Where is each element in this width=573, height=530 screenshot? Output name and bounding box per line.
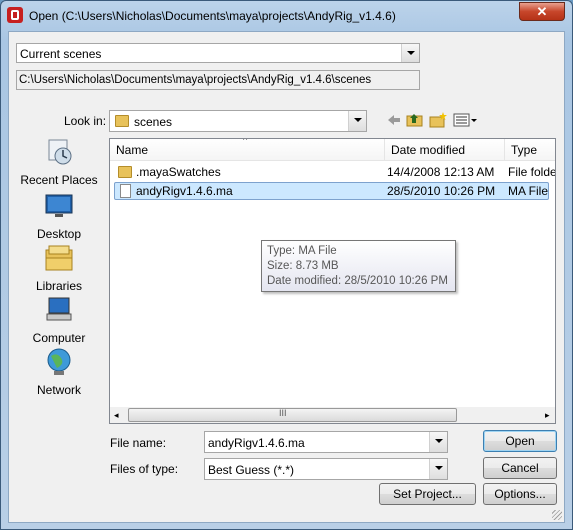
chevron-down-icon[interactable] bbox=[401, 44, 419, 62]
scrollbar-thumb[interactable]: III bbox=[128, 408, 457, 422]
files-of-type-dropdown[interactable]: Best Guess (*.*) bbox=[204, 458, 448, 480]
tooltip-size: Size: 8.73 MB bbox=[267, 260, 339, 272]
tooltip-type: Type: MA File bbox=[267, 245, 337, 257]
sort-indicator-icon: ^ bbox=[243, 138, 248, 145]
network-icon bbox=[47, 348, 71, 375]
folder-icon bbox=[118, 166, 132, 178]
look-in-dropdown[interactable]: scenes bbox=[109, 110, 367, 132]
file-row-mayaswatches[interactable]: .mayaSwatches 14/4/2008 12:13 AM File fo… bbox=[110, 163, 556, 181]
file-name-cell: .mayaSwatches bbox=[136, 165, 221, 179]
back-arrow-icon[interactable] bbox=[386, 112, 402, 128]
file-row-andyrig[interactable]: andyRigv1.4.6.ma 28/5/2010 10:26 PM MA F… bbox=[110, 182, 555, 200]
file-name-value[interactable]: andyRigv1.4.6.ma bbox=[208, 436, 305, 450]
file-type-cell: File folder bbox=[508, 165, 556, 179]
desktop-icon bbox=[45, 194, 73, 217]
place-label: Libraries bbox=[35, 279, 83, 293]
files-of-type-value: Best Guess (*.*) bbox=[208, 463, 295, 477]
current-path-field: C:\Users\Nicholas\Documents\maya\project… bbox=[16, 70, 420, 90]
file-date-cell: 14/4/2008 12:13 AM bbox=[387, 165, 495, 179]
file-name-cell: andyRigv1.4.6.ma bbox=[136, 184, 233, 198]
files-of-type-label: Files of type: bbox=[110, 462, 179, 476]
libraries-icon bbox=[45, 245, 73, 271]
place-libraries[interactable]: Libraries bbox=[16, 242, 102, 293]
resize-grip-icon[interactable] bbox=[552, 510, 562, 520]
place-computer[interactable]: Computer bbox=[16, 294, 102, 345]
place-recent-places[interactable]: Recent Places bbox=[16, 136, 102, 187]
tooltip-date: Date modified: 28/5/2010 10:26 PM bbox=[267, 275, 448, 287]
dialog-body: Current scenes C:\Users\Nicholas\Documen… bbox=[8, 31, 565, 523]
maya-app-icon bbox=[7, 7, 23, 23]
close-button[interactable]: ✕ bbox=[519, 2, 565, 21]
folder-icon bbox=[115, 115, 129, 127]
file-info-tooltip: Type: MA File Size: 8.73 MB Date modifie… bbox=[261, 240, 456, 292]
scroll-grip-icon: III bbox=[279, 408, 287, 418]
file-name-label: File name: bbox=[110, 436, 167, 450]
project-filter-dropdown[interactable]: Current scenes bbox=[16, 43, 420, 63]
up-folder-icon[interactable] bbox=[406, 112, 424, 128]
file-date-cell: 28/5/2010 10:26 PM bbox=[387, 184, 496, 198]
place-label: Network bbox=[36, 383, 81, 397]
recent-places-icon bbox=[48, 139, 72, 165]
place-label: Desktop bbox=[36, 227, 82, 241]
title-bar[interactable]: Open (C:\Users\Nicholas\Documents\maya\p… bbox=[1, 1, 572, 31]
column-header-type[interactable]: Type bbox=[505, 139, 555, 161]
place-label: Recent Places bbox=[20, 173, 98, 187]
place-label: Computer bbox=[32, 331, 86, 345]
computer-icon bbox=[46, 297, 72, 321]
dialog-window: Open (C:\Users\Nicholas\Documents\maya\p… bbox=[0, 0, 573, 530]
file-name-field[interactable]: andyRigv1.4.6.ma bbox=[204, 431, 448, 453]
current-path-text: C:\Users\Nicholas\Documents\maya\project… bbox=[19, 74, 372, 86]
look-in-value: scenes bbox=[134, 115, 173, 129]
view-menu-icon[interactable] bbox=[453, 112, 479, 128]
new-folder-icon[interactable] bbox=[429, 112, 447, 128]
column-header-name[interactable]: Name bbox=[110, 139, 385, 161]
chevron-down-icon[interactable] bbox=[348, 111, 366, 131]
scroll-left-arrow-icon[interactable]: ◂ bbox=[114, 410, 119, 421]
place-desktop[interactable]: Desktop bbox=[16, 190, 102, 241]
options-button[interactable]: Options... bbox=[483, 483, 557, 505]
scroll-right-arrow-icon[interactable]: ▸ bbox=[545, 410, 550, 421]
open-button[interactable]: Open bbox=[483, 430, 557, 452]
file-type-cell: MA File bbox=[508, 184, 549, 198]
project-filter-value: Current scenes bbox=[20, 47, 102, 61]
window-title: Open (C:\Users\Nicholas\Documents\maya\p… bbox=[29, 9, 396, 23]
horizontal-scrollbar[interactable]: ◂ III ▸ bbox=[110, 407, 555, 423]
column-header-date-modified[interactable]: Date modified bbox=[385, 139, 505, 161]
file-icon bbox=[120, 184, 131, 198]
place-network[interactable]: Network bbox=[16, 346, 102, 397]
set-project-button[interactable]: Set Project... bbox=[379, 483, 476, 505]
chevron-down-icon[interactable] bbox=[429, 459, 447, 479]
cancel-button[interactable]: Cancel bbox=[483, 457, 557, 479]
chevron-down-icon[interactable] bbox=[429, 432, 447, 452]
look-in-label: Look in: bbox=[64, 114, 107, 128]
